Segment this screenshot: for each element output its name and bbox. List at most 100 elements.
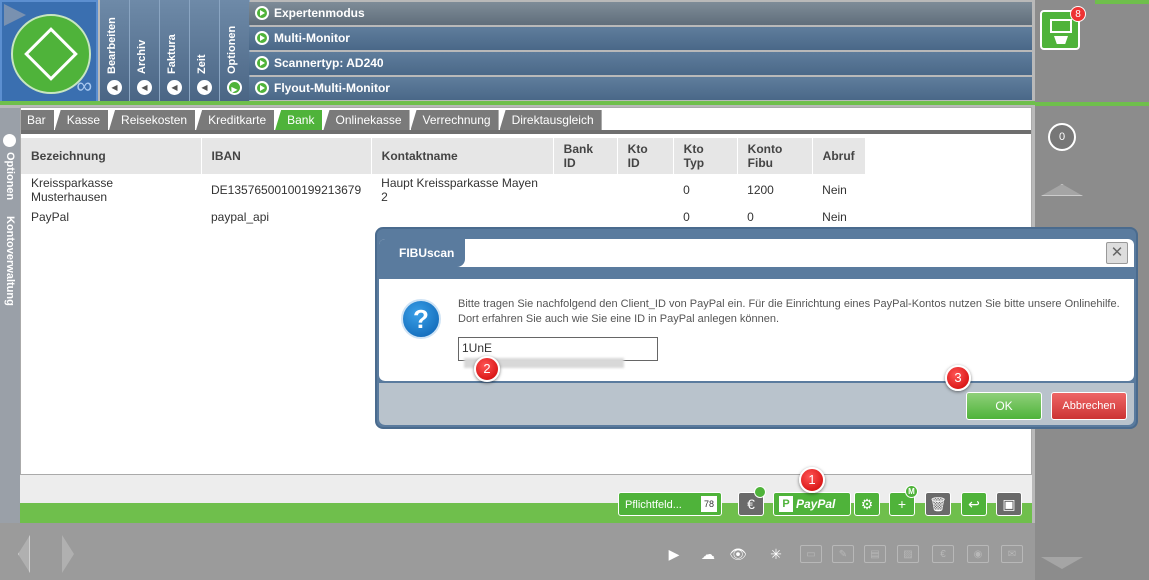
pflichtfeld-button[interactable]: Pflichtfeld... 78 <box>618 492 722 516</box>
image-icon[interactable]: ▨ <box>897 545 919 563</box>
menu-faktura[interactable]: Faktura ◀ <box>160 0 190 103</box>
envelope-icon <box>1050 19 1072 33</box>
divider <box>379 271 1134 274</box>
scroll-down-icon[interactable] <box>1041 557 1083 569</box>
column-header[interactable]: Kto Typ <box>673 138 738 174</box>
nav-forward-icon[interactable] <box>62 535 74 573</box>
arrow-left-icon: ◀ <box>167 80 182 95</box>
column-header[interactable]: Kto ID <box>617 138 674 174</box>
save-doc-icon[interactable]: ▤ <box>864 545 886 563</box>
ok-button[interactable]: OK <box>966 392 1042 420</box>
menu-label: Scannertyp: AD240 <box>274 56 384 70</box>
tab-kasse[interactable]: Kasse <box>54 110 109 130</box>
euro-icon: € <box>747 496 755 512</box>
notification-badge: 8 <box>1070 6 1086 22</box>
sort-number-icon: 78 <box>701 496 717 512</box>
divider <box>20 503 1032 523</box>
tab-bank[interactable]: Bank <box>275 110 323 130</box>
tab-direktausgleich[interactable]: Direktausgleich <box>499 110 602 130</box>
table-row[interactable]: Kreissparkasse Musterhausen DE1357650010… <box>21 174 1031 206</box>
callout-marker: 3 <box>945 365 971 391</box>
play-icon <box>255 81 269 95</box>
mail-icon[interactable]: ✉ <box>1001 545 1023 563</box>
scroll-up-icon[interactable] <box>1041 184 1083 196</box>
tab-kreditkarte[interactable]: Kreditkarte <box>196 110 275 130</box>
edit-doc-icon[interactable]: ✎ <box>832 545 854 563</box>
m-badge: M <box>905 485 918 498</box>
question-icon: ? <box>401 299 441 339</box>
dialog-footer: OK Abbrechen <box>379 383 1134 425</box>
pflichtfeld-label: Pflichtfeld... <box>625 499 682 511</box>
menu-multi-monitor[interactable]: Multi-Monitor <box>249 27 1032 50</box>
menu-zeit[interactable]: Zeit ◀ <box>190 0 220 103</box>
tab-onlinekasse[interactable]: Onlinekasse <box>323 110 410 130</box>
divider <box>1035 102 1149 106</box>
vertical-menu: Bearbeiten ◀ Archiv ◀ Faktura ◀ Zeit ◀ Optio… <box>100 0 250 103</box>
dialog-title: FIBUscan <box>379 239 465 267</box>
tab-verrechnung[interactable]: Verrechnung <box>410 110 499 130</box>
diamond-icon <box>24 27 78 81</box>
trash-icon: 🗑 <box>929 496 947 512</box>
cell: Nein <box>822 183 847 197</box>
divider <box>1095 0 1149 4</box>
app-logo[interactable]: ∞ <box>0 0 98 103</box>
cell <box>865 206 1030 227</box>
menu-label: Flyout-Multi-Monitor <box>274 81 390 95</box>
table-header-row: Bezeichnung IBAN Kontaktname Bank ID Kto… <box>21 138 1032 174</box>
youtube-icon[interactable]: ▶ <box>663 545 685 563</box>
menu-scannertyp[interactable]: Scannertyp: AD240 <box>249 52 1032 75</box>
callout-marker: 1 <box>799 467 825 493</box>
menu-bearbeiten[interactable]: Bearbeiten ◀ <box>100 0 130 103</box>
column-header[interactable]: Abruf <box>812 138 866 174</box>
undo-button[interactable]: ↩ <box>961 492 987 516</box>
cell <box>553 174 617 206</box>
side-tab-label: Kontoverwaltung <box>4 216 16 306</box>
menu-archiv[interactable]: Archiv ◀ <box>130 0 160 103</box>
table-row[interactable]: PayPal paypal_api 0 0 Nein <box>21 206 1031 227</box>
tab-bar: Bar Kasse Reisekosten Kreditkarte Bank O… <box>21 110 603 132</box>
infinity-icon: ∞ <box>76 73 92 98</box>
lightbulb-icon[interactable]: ✳ <box>765 545 787 563</box>
collapse-arrow-icon[interactable] <box>4 4 26 26</box>
delete-button[interactable]: 🗑 <box>925 492 951 516</box>
close-icon[interactable]: ✕ <box>1106 242 1128 264</box>
accounts-table: Bezeichnung IBAN Kontaktname Bank ID Kto… <box>21 138 1032 227</box>
chevron-left-icon[interactable] <box>3 134 16 147</box>
cell <box>617 206 673 227</box>
camera-icon[interactable]: ◉ <box>967 545 989 563</box>
counter-button[interactable]: 0 <box>1048 123 1076 151</box>
paypal-button[interactable]: P PayPal <box>773 492 851 516</box>
column-header[interactable]: Konto Fibu <box>737 138 813 174</box>
nav-back-icon[interactable] <box>18 535 30 573</box>
divider <box>21 130 1031 134</box>
gear-icon: ⚙ <box>860 496 874 512</box>
cell: 0 <box>683 183 690 197</box>
column-header[interactable]: Kontaktname <box>371 138 554 174</box>
footer-bar: ▶ ☁ 👁 ✳ ▭ ✎ ▤ ▨ € ◉ ✉ <box>0 523 1035 580</box>
play-icon <box>255 31 269 45</box>
tab-bar-cash[interactable]: Bar <box>21 110 54 130</box>
menu-expertenmodus[interactable]: Expertenmodus <box>249 2 1032 25</box>
menu-flyout-multi-monitor[interactable]: Flyout-Multi-Monitor <box>249 77 1032 100</box>
play-icon <box>255 6 269 20</box>
cell: 1200 <box>747 183 774 197</box>
settings-button[interactable]: ⚙ <box>854 492 880 516</box>
eye-icon[interactable]: 👁 <box>727 545 749 563</box>
column-header[interactable]: Bezeichnung <box>21 138 202 174</box>
cell <box>371 206 553 227</box>
cancel-button[interactable]: Abbrechen <box>1051 392 1127 420</box>
mail-dropbox-button[interactable]: 8 <box>1040 6 1086 50</box>
cloud-upload-icon[interactable]: ☁ <box>697 545 719 563</box>
menu-optionen[interactable]: Optionen ▶ <box>220 0 250 103</box>
column-header[interactable]: IBAN <box>201 138 372 174</box>
cell: paypal_api <box>211 209 270 224</box>
save-button[interactable]: ▣ <box>996 492 1022 516</box>
monitor-icon[interactable]: ▭ <box>800 545 822 563</box>
paypal-logo-icon: P <box>779 496 793 512</box>
column-header[interactable]: Bank ID <box>553 138 618 174</box>
top-menu: Expertenmodus Multi-Monitor Scannertyp: … <box>249 2 1032 102</box>
side-tab-kontoverwaltung[interactable]: Optionen Kontoverwaltung <box>0 108 20 523</box>
euro-doc-icon[interactable]: € <box>932 545 954 563</box>
tab-reisekosten[interactable]: Reisekosten <box>109 110 196 130</box>
plus-icon: + <box>897 496 907 512</box>
